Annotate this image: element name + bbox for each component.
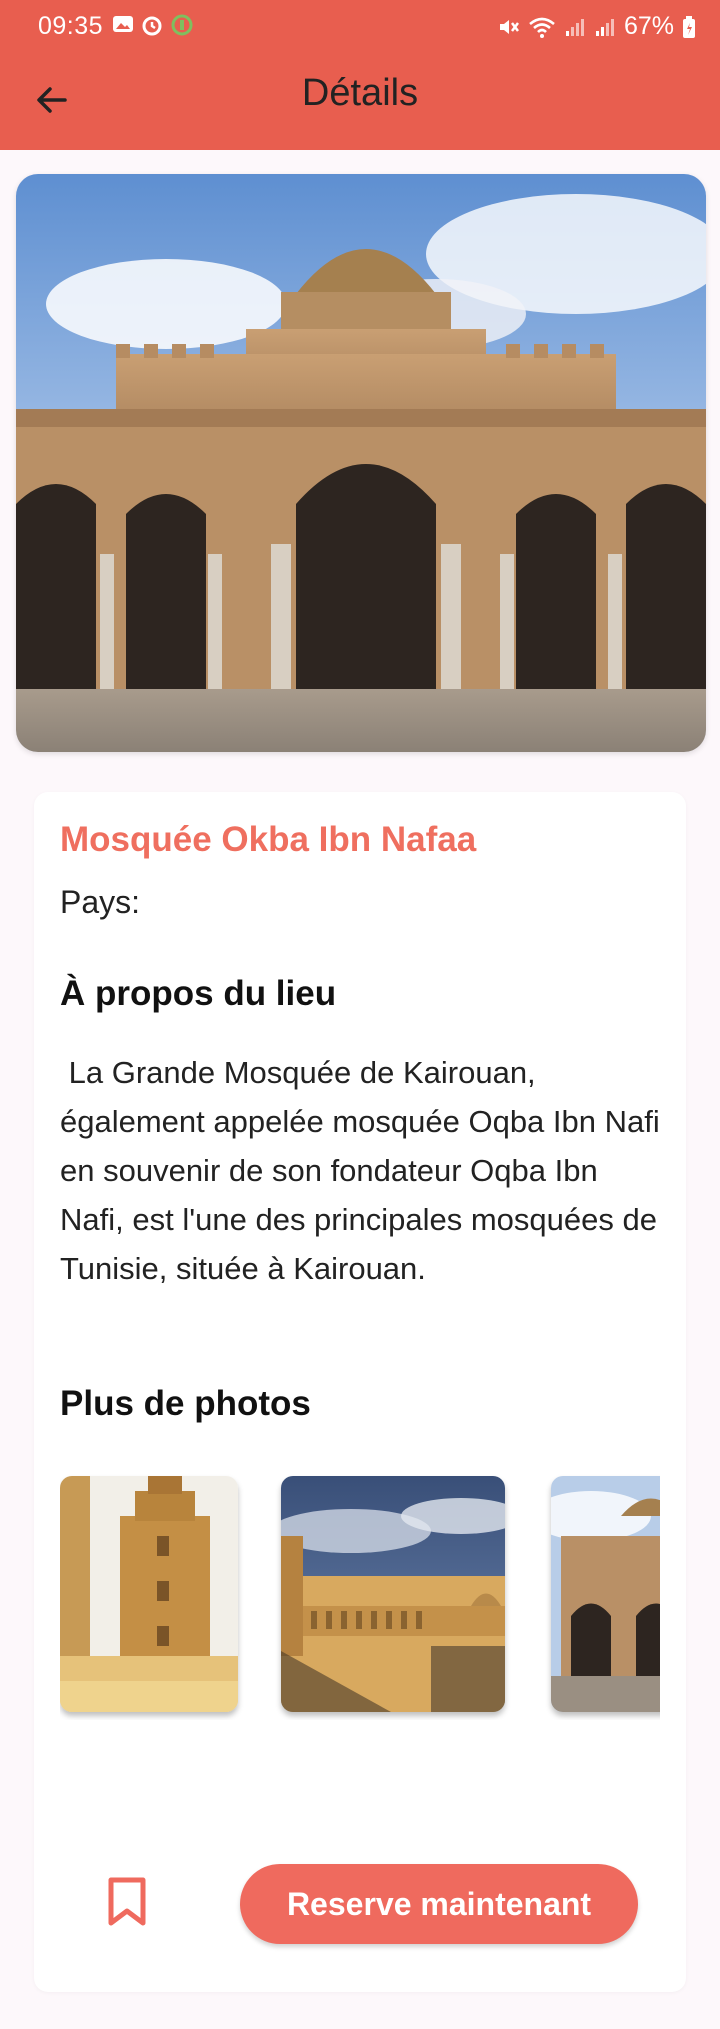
bookmark-icon	[108, 1877, 146, 1926]
status-notification-icons	[112, 13, 194, 37]
about-description: La Grande Mosquée de Kairouan, également…	[60, 1055, 669, 1286]
hero-image	[16, 174, 706, 752]
minaret-photo	[60, 1476, 238, 1712]
photo-thumb-aerial[interactable]	[281, 1476, 505, 1712]
mosque-facade-photo	[551, 1476, 660, 1712]
mute-icon	[499, 19, 519, 34]
signal-icon	[595, 18, 614, 36]
status-time: 09:35	[38, 12, 104, 40]
app-notification-icon	[171, 14, 193, 36]
status-system-icons: 67%	[496, 12, 696, 41]
alarm-icon	[142, 16, 162, 36]
photo-thumb-facade[interactable]	[551, 1476, 660, 1712]
wifi-icon	[529, 17, 555, 38]
bookmark-button[interactable]	[96, 1868, 158, 1936]
battery-percentage: 67%	[623, 12, 674, 40]
photos-carousel[interactable]	[60, 1472, 660, 1720]
app-bar: Détails	[0, 52, 720, 150]
country-label: Pays:	[60, 884, 141, 920]
photo-thumb-minaret[interactable]	[60, 1476, 238, 1712]
signal-icon	[565, 18, 584, 36]
photos-heading: Plus de photos	[60, 1384, 311, 1423]
battery-icon	[683, 15, 695, 38]
reserve-button[interactable]: Reserve maintenant	[240, 1864, 638, 1944]
mosque-facade-photo	[16, 174, 706, 752]
app-header: 09:35 67% Détails	[0, 0, 720, 150]
image-icon	[113, 16, 133, 32]
status-bar: 09:35 67%	[0, 0, 720, 52]
place-title: Mosquée Okba Ibn Nafaa	[60, 820, 477, 859]
about-heading: À propos du lieu	[60, 974, 337, 1013]
page-title: Détails	[301, 72, 419, 114]
mosque-aerial-photo	[281, 1476, 505, 1712]
